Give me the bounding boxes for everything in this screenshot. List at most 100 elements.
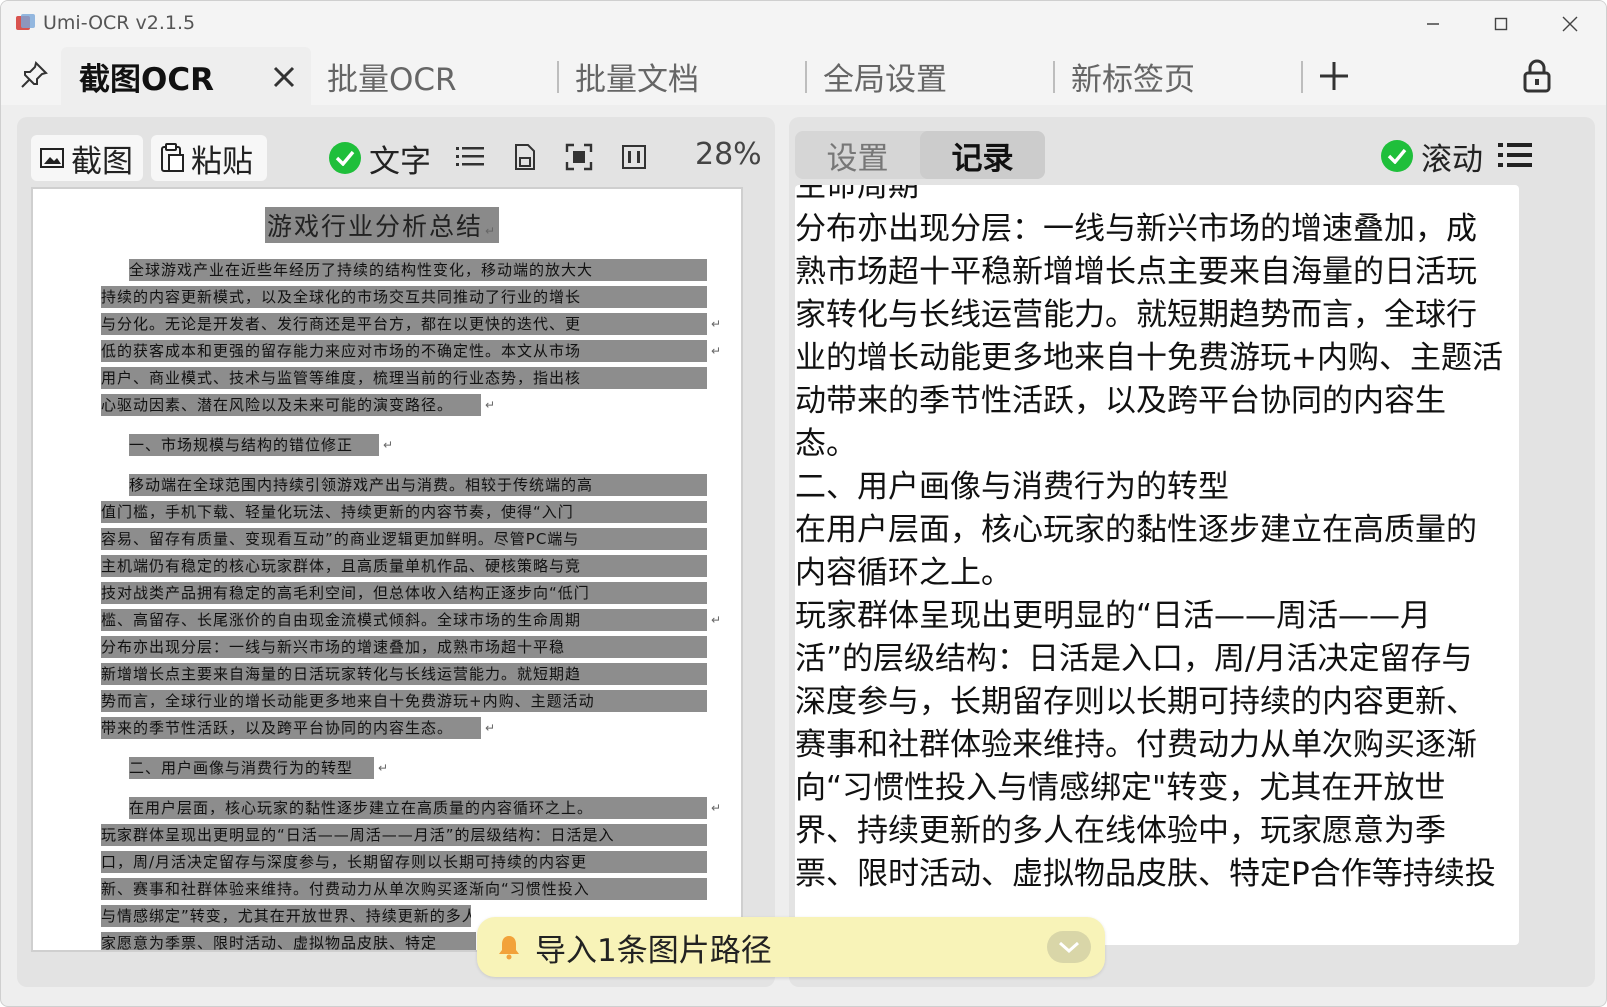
doc-text-line: 口，周/月活决定留存与深度参与，长期留存则以长期可持续的内容更 xyxy=(101,851,707,873)
result-line: 界、持续更新的多人在线体验中，玩家愿意为季 xyxy=(795,813,1446,849)
doc-text-line: 主机端仍有稳定的核心玩家群体，且高质量单机作品、硬核策略与竞 xyxy=(101,555,707,577)
image-preview[interactable]: 游戏行业分析总结 ↵ 全球游戏产业在近些年经历了持续的结构性变化，移动端的放大大持… xyxy=(31,187,743,952)
doc-text-line: 分布亦出现分层：一线与新兴市场的增速叠加，成熟市场超十平稳 xyxy=(101,636,707,658)
minimize-button[interactable] xyxy=(1403,7,1463,41)
result-line: 深度参与，长期留存则以长期可持续的内容更新、 xyxy=(795,684,1477,720)
auto-scroll-toggle[interactable]: 滚动 xyxy=(1381,133,1483,179)
doc-text-line: 与情感绑定”转变，尤其在开放世界、持续更新的多人在线 xyxy=(101,905,471,927)
tab-close-button[interactable] xyxy=(266,59,302,95)
notification-toast: 导入1条图片路径 xyxy=(477,917,1105,977)
return-mark: ↵ xyxy=(383,438,394,452)
return-mark: ↵ xyxy=(485,721,496,735)
tab-batch-doc[interactable]: 批量文档 xyxy=(557,47,805,105)
result-line: 赛事和社群体验来维持。付费动力从单次购买逐渐 xyxy=(795,727,1477,763)
doc-text-line: 技对战类产品拥有稳定的高毛利空间，但总体收入结构正逐步向“低门 xyxy=(101,582,707,604)
text-toggle-label: 文字 xyxy=(369,143,431,180)
text-toggle[interactable]: 文字 xyxy=(329,135,431,181)
menu-icon xyxy=(1498,143,1532,167)
page-button[interactable] xyxy=(507,139,543,175)
maximize-button[interactable] xyxy=(1471,7,1531,41)
tab-label: 批量OCR xyxy=(327,61,457,98)
add-tab-icon xyxy=(1320,62,1348,90)
doc-title: 游戏行业分析总结 ↵ xyxy=(265,207,500,243)
doc-text-line: 全球游戏产业在近些年经历了持续的结构性变化，移动端的放大大 xyxy=(129,259,707,281)
ocr-result-area[interactable]: 生命周期 分布亦出现分层：一线与新兴市场的增速叠加，成 熟市场超十平稳新增增长点主要… xyxy=(795,185,1519,945)
doc-text-line: 移动端在全球范围内持续引领游戏产出与消费。相较于传统端的高 xyxy=(129,474,707,496)
tab-label: 记录 xyxy=(951,140,1014,177)
focus-icon xyxy=(565,143,593,171)
doc-text-line: 与分化。无论是开发者、发行商还是平台方，都在以更快的迭代、更 xyxy=(101,313,707,335)
columns-button[interactable] xyxy=(616,139,652,175)
tab-separator xyxy=(1301,61,1303,93)
list-icon xyxy=(456,147,484,166)
title-bar: Umi-OCR v2.1.5 xyxy=(1,1,1606,47)
result-line: 业的增长动能更多地来自十免费游玩+内购、主题活 xyxy=(795,340,1503,376)
close-button[interactable] xyxy=(1540,7,1600,41)
result-tab-group: 设置 记录 xyxy=(795,131,1045,179)
tab-batch-ocr[interactable]: 批量OCR xyxy=(309,47,557,105)
screenshot-button[interactable]: 截图 xyxy=(31,135,143,181)
return-mark: ↵ xyxy=(485,398,496,412)
paste-button[interactable]: 粘贴 xyxy=(151,135,267,181)
doc-text-line: 心驱动因素、潜在风险以及未来可能的演变路径。 xyxy=(101,394,481,416)
tab-global-settings[interactable]: 全局设置 xyxy=(805,47,1053,105)
return-mark: ↵ xyxy=(711,613,722,627)
doc-text-line: 在用户层面，核心玩家的黏性逐步建立在高质量的内容循环之上。 xyxy=(129,797,707,819)
check-icon xyxy=(1381,140,1413,172)
lock-button[interactable] xyxy=(1516,55,1558,97)
chevron-down-icon xyxy=(1059,941,1079,954)
auto-scroll-label: 滚动 xyxy=(1421,141,1483,178)
result-line: 动带来的季节性活跃，以及跨平台协同的内容生 xyxy=(795,383,1446,419)
lock-icon xyxy=(1523,59,1551,93)
close-icon xyxy=(1562,16,1578,32)
return-mark: ↵ xyxy=(378,761,389,775)
maximize-icon xyxy=(1494,17,1508,31)
result-line: 熟市场超十平稳新增增长点主要来自海量的日活玩 xyxy=(795,254,1477,290)
doc-text-line: 家愿意为季票、限时活动、虚拟物品皮肤、特定 xyxy=(101,932,476,950)
result-panel: 设置 记录 滚动 生命周期 分布亦出现分层：一线与新兴市场的增速叠加，成 熟市场超十… xyxy=(789,117,1595,987)
pin-icon xyxy=(21,61,48,88)
tab-label: 截图OCR xyxy=(79,61,214,98)
add-tab-button[interactable] xyxy=(1313,55,1355,97)
return-mark: ↵ xyxy=(711,317,722,331)
columns-icon xyxy=(622,145,646,169)
tab-label: 批量文档 xyxy=(575,61,699,98)
doc-text-line: 值门槛，手机下载、轻量化玩法、持续更新的内容节奏，使得“入门 xyxy=(101,501,707,523)
result-line: 在用户层面，核心玩家的黏性逐步建立在高质量的 xyxy=(795,512,1477,548)
doc-text-line: 新、赛事和社群体验来维持。付费动力从单次购买逐渐向“习惯性投入 xyxy=(101,878,707,900)
paste-label: 粘贴 xyxy=(191,143,253,180)
tab-bar: 截图OCR 批量OCR 批量文档 全局设置 新标签页 xyxy=(1,47,1606,105)
bell-icon xyxy=(497,934,521,960)
tab-label: 全局设置 xyxy=(823,61,947,98)
focus-button[interactable] xyxy=(561,139,597,175)
doc-text-line: 玩家群体呈现出更明显的“日活——周活——月活”的层级结构：日活是入 xyxy=(101,824,707,846)
tab-new[interactable]: 新标签页 xyxy=(1053,47,1301,105)
result-line: 活”的层级结构：日活是入口，周/月活决定留存与 xyxy=(795,641,1473,677)
tab-close-icon xyxy=(273,66,295,88)
doc-text-line: 用户、商业模式、技术与监管等维度，梳理当前的行业态势，指出核 xyxy=(101,367,707,389)
menu-button[interactable] xyxy=(1495,135,1535,175)
check-icon xyxy=(329,142,361,174)
result-line: 向“习惯性投入与情感绑定"转变，尤其在开放世 xyxy=(795,770,1446,806)
result-line: 内容循环之上。 xyxy=(795,555,1012,591)
result-line: 家转化与长线运营能力。就短期趋势而言，全球行 xyxy=(795,297,1477,333)
result-line: 二、用户画像与消费行为的转型 xyxy=(795,469,1229,505)
paste-icon xyxy=(159,143,185,173)
result-line: 态。 xyxy=(795,426,857,462)
screenshot-label: 截图 xyxy=(71,143,133,180)
tab-settings[interactable]: 设置 xyxy=(795,131,920,179)
result-line: 生命周期 xyxy=(795,185,919,204)
result-line: 玩家群体呈现出更明显的“日活——周活——月 xyxy=(795,598,1432,634)
list-view-button[interactable] xyxy=(452,139,488,175)
tab-records[interactable]: 记录 xyxy=(920,131,1045,179)
zoom-level: 28% xyxy=(695,137,762,172)
toast-collapse-button[interactable] xyxy=(1047,931,1091,963)
result-line: 票、限时活动、虚拟物品皮肤、特定P合作等持续投 xyxy=(795,856,1496,892)
pin-button[interactable] xyxy=(13,55,55,95)
tab-label: 新标签页 xyxy=(1071,61,1195,98)
ocr-result-text[interactable]: 生命周期 分布亦出现分层：一线与新兴市场的增速叠加，成 熟市场超十平稳新增增长点主要… xyxy=(795,185,1519,896)
image-panel: 截图 粘贴 文字 28% 游戏行业分析总结 ↵ 全球游戏产业在近些年经历了持续的… xyxy=(17,117,775,987)
tab-label: 设置 xyxy=(826,140,889,177)
doc-text-line: 二、用户画像与消费行为的转型 xyxy=(129,757,374,779)
doc-text-line: 槛、高留存、长尾涨价的自由现金流模式倾斜。全球市场的生命周期 xyxy=(101,609,707,631)
